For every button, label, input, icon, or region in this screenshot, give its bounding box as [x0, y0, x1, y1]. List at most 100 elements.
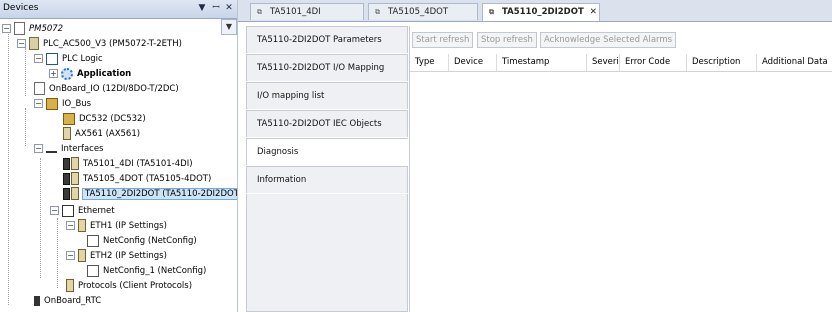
rtc-icon — [34, 295, 40, 306]
tab-label: TA5105_4DOT — [388, 7, 449, 17]
tree-item-label: OnBoard_RTC — [44, 296, 102, 306]
column-header-timestamp[interactable]: Timestamp — [497, 54, 587, 71]
device-editor-nav: TA5110-2DI2DOT Parameters TA5110-2DI2DOT… — [246, 26, 410, 312]
pin-icon[interactable]: ꟷ — [210, 2, 222, 15]
ta-module-marker-icon — [63, 157, 70, 170]
tree-item-label: DC532 (DC532) — [79, 114, 146, 124]
tab-ta5105-4dot[interactable]: ⧉ TA5105_4DOT — [368, 3, 478, 20]
acknowledge-alarms-button[interactable]: Acknowledge Selected Alarms — [540, 32, 677, 48]
nav-item-io-mapping[interactable]: TA5110-2DI2DOT I/O Mapping — [246, 54, 408, 81]
tree-item[interactable]: − PM5072 — [2, 22, 63, 37]
tree-item-label: TA5101_4DI (TA5101-4DI) — [83, 159, 193, 169]
close-pane-icon[interactable]: ✕ — [223, 2, 235, 15]
tree-item[interactable]: TA5110_2DI2DOT (TA5110-2DI2DOT) — [63, 187, 237, 202]
close-tab-icon[interactable]: ✕ — [590, 7, 597, 17]
tree-item-label: TA5110_2DI2DOT (TA5110-2DI2DOT) — [81, 188, 237, 200]
tree-guide-line — [8, 30, 9, 305]
tree-guide-line — [25, 108, 26, 146]
tree-item[interactable]: OnBoard_RTC — [34, 294, 101, 309]
column-header-error-code[interactable]: Error Code — [620, 54, 687, 71]
netconfig-icon — [87, 264, 99, 277]
device-tab-icon: ⧉ — [257, 8, 262, 16]
tree-item[interactable]: − Ethernet — [50, 204, 115, 219]
tree-item[interactable]: NetConfig (NetConfig) — [87, 234, 197, 249]
tree-item-label: ETH2 (IP Settings) — [90, 251, 167, 261]
tree-item[interactable]: + Application — [49, 67, 131, 82]
tree-item[interactable]: − Interfaces — [34, 142, 103, 157]
nav-item-iec-objects[interactable]: TA5110-2DI2DOT IEC Objects — [246, 110, 408, 137]
pane-menu-dropdown-icon[interactable]: ▼ — [196, 2, 208, 15]
nav-item-information[interactable]: Information — [246, 166, 408, 193]
tree-item-label: PM5072 — [29, 24, 64, 34]
tab-ta5101-4di[interactable]: ⧉ TA5101_4DI — [250, 3, 364, 20]
collapse-icon[interactable]: − — [34, 54, 43, 63]
tree-item[interactable]: TA5105_4DOT (TA5105-4DOT) — [63, 172, 211, 187]
ethernet-icon — [62, 204, 74, 217]
stop-refresh-button[interactable]: Stop refresh — [477, 32, 537, 48]
ta-module-marker-icon — [63, 187, 70, 200]
project-icon — [14, 22, 25, 35]
collapse-icon[interactable]: − — [2, 24, 11, 33]
nav-empty-area — [246, 194, 408, 312]
tree-item-label: Protocols (Client Protocols) — [78, 281, 193, 291]
tree-item[interactable]: DC532 (DC532) — [63, 112, 146, 127]
devices-dropdown-icon[interactable]: ▼ — [221, 19, 237, 35]
io-module-icon — [63, 127, 71, 140]
io-module-icon — [63, 112, 75, 125]
tree-item[interactable]: AX561 (AX561) — [63, 127, 140, 142]
column-header-device[interactable]: Device — [449, 54, 497, 71]
tree-item-label: OnBoard_IO (12DI/8DO-T/2DC) — [49, 84, 179, 94]
tree-item[interactable]: − PLC Logic — [34, 52, 103, 67]
onboard-io-icon — [34, 82, 45, 95]
expand-icon[interactable]: + — [49, 69, 58, 78]
devices-pane-title: Devices — [3, 3, 39, 13]
tree-item-label: TA5105_4DOT (TA5105-4DOT) — [83, 174, 212, 184]
nav-item-diagnosis[interactable]: Diagnosis — [246, 138, 408, 165]
nav-item-parameters[interactable]: TA5110-2DI2DOT Parameters — [246, 26, 408, 53]
eth-port-icon — [78, 219, 86, 232]
tab-label: TA5110_2DI2DOT — [502, 7, 584, 17]
plc-logic-icon — [46, 52, 58, 65]
tree-item[interactable]: − PLC_AC500_V3 (PM5072-T-2ETH) — [17, 37, 182, 52]
tree-item[interactable]: − IO_Bus — [34, 97, 91, 112]
tree-item-label: PLC_AC500_V3 (PM5072-T-2ETH) — [43, 39, 182, 49]
tree-item-label: Interfaces — [61, 144, 104, 154]
tree-guide-line — [57, 218, 58, 288]
collapse-icon[interactable]: − — [66, 221, 75, 230]
start-refresh-button[interactable]: Start refresh — [412, 32, 474, 48]
tree-guide-line — [25, 48, 26, 96]
nav-item-io-mapping-list[interactable]: I/O mapping list — [246, 82, 408, 109]
tree-item[interactable]: OnBoard_IO (12DI/8DO-T/2DC) — [34, 82, 179, 97]
devices-pane: Devices ▼ ꟷ ✕ ▼ − PM5072− PLC_AC500_V3 (PM… — [0, 0, 238, 312]
column-header-additional-data[interactable]: Additional Data — [757, 54, 832, 71]
diagnosis-panel: Start refresh Stop refresh Acknowledge S… — [409, 26, 832, 312]
tree-item-label: PLC Logic — [62, 54, 103, 64]
tree-item[interactable]: TA5101_4DI (TA5101-4DI) — [63, 157, 193, 172]
collapse-icon[interactable]: − — [66, 251, 75, 260]
tree-item-label: ETH1 (IP Settings) — [90, 221, 167, 231]
ta-module-icon — [71, 187, 79, 200]
tree-item-label: NetConfig_1 (NetConfig) — [103, 266, 207, 276]
column-header-description[interactable]: Description — [687, 54, 757, 71]
collapse-icon[interactable]: − — [34, 99, 43, 108]
ta-module-marker-icon — [63, 172, 70, 185]
tree-item-label: Ethernet — [78, 206, 115, 216]
tree-item[interactable]: − ETH2 (IP Settings) — [66, 249, 167, 264]
tree-item-label: AX561 (AX561) — [75, 129, 141, 139]
collapse-icon[interactable]: − — [17, 39, 26, 48]
tab-ta5110-2di2dot[interactable]: ⧉ TA5110_2DI2DOT ✕ — [482, 3, 600, 21]
protocols-icon — [66, 279, 74, 292]
tree-guide-line — [40, 158, 41, 278]
tree-item[interactable]: Protocols (Client Protocols) — [66, 279, 192, 294]
ta-module-icon — [71, 172, 79, 185]
tree-item[interactable]: − ETH1 (IP Settings) — [66, 219, 167, 234]
collapse-icon[interactable]: − — [50, 206, 59, 215]
device-tab-icon: ⧉ — [489, 8, 494, 16]
device-tab-icon: ⧉ — [375, 8, 380, 16]
column-header-severity[interactable]: Severity — [587, 54, 620, 71]
collapse-icon[interactable]: − — [34, 144, 43, 153]
column-header-type[interactable]: Type — [410, 54, 449, 71]
tree-item-label: IO_Bus — [62, 99, 92, 109]
tree-item[interactable]: NetConfig_1 (NetConfig) — [87, 264, 206, 279]
netconfig-icon — [87, 234, 99, 247]
